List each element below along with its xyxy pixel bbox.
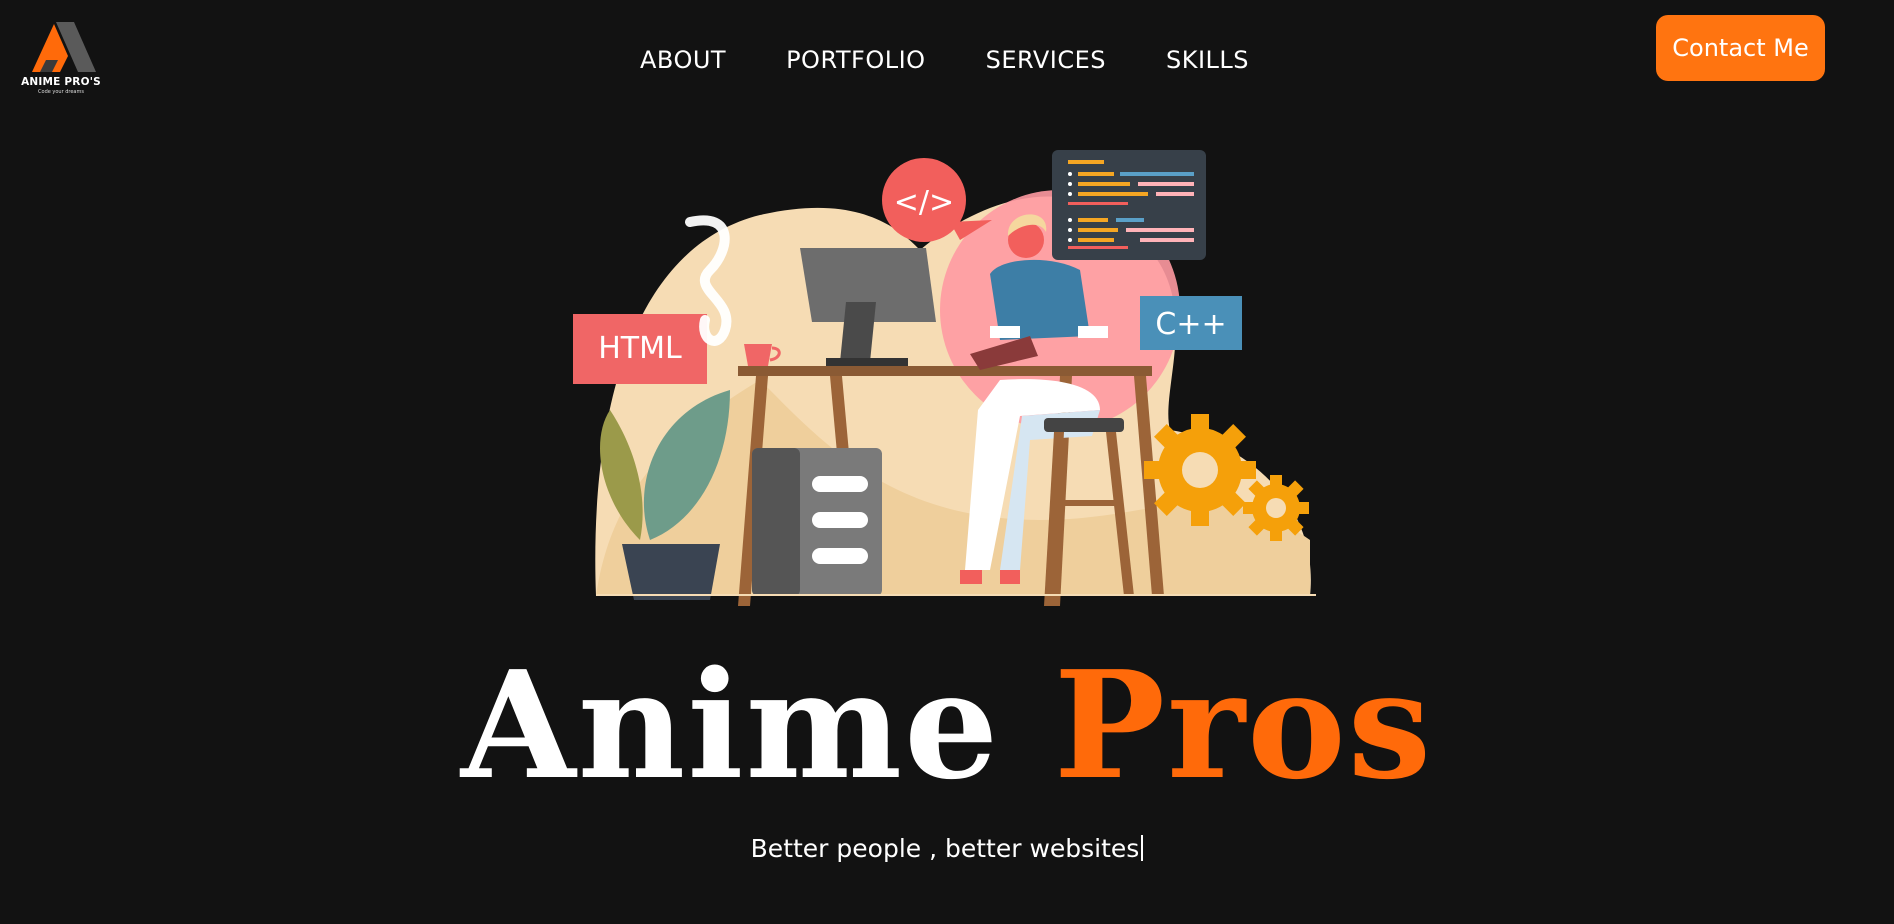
main-nav: ABOUT PORTFOLIO SERVICES SKILLS [640, 46, 1249, 74]
gear-large-icon [1144, 414, 1256, 526]
typing-cursor [1141, 835, 1144, 861]
logo-mark-icon [32, 22, 96, 72]
desk [738, 366, 1152, 376]
code-bubble-text: </> [894, 185, 954, 220]
nav-services[interactable]: SERVICES [986, 46, 1106, 74]
contact-me-button[interactable]: Contact Me [1656, 15, 1825, 81]
gear-small-icon [1243, 475, 1309, 541]
cpp-tag-text: C++ [1155, 307, 1226, 342]
hero-title: Anime Pros [0, 640, 1894, 810]
stool [1044, 418, 1124, 432]
site-logo[interactable]: ANIME PRO'S Code your dreams [18, 20, 104, 96]
nav-skills[interactable]: SKILLS [1166, 46, 1249, 74]
hero-illustration: </> HTML C++ [573, 150, 1316, 606]
logo-text: ANIME PRO'S [21, 76, 101, 88]
nav-portfolio[interactable]: PORTFOLIO [786, 46, 926, 74]
hero-tagline-text: Better people , better websites [750, 834, 1140, 863]
hero-tagline: Better people , better websites [0, 834, 1894, 863]
hero-title-word-2: Pros [1053, 638, 1434, 812]
html-tag-text: HTML [598, 331, 682, 366]
coffee-cup-icon [744, 344, 772, 366]
hero-title-word-1: Anime [460, 638, 1001, 812]
nav-about[interactable]: ABOUT [640, 46, 726, 74]
logo-tagline: Code your dreams [38, 89, 84, 95]
page: ANIME PRO'S Code your dreams ABOUT PORTF… [0, 0, 1894, 924]
